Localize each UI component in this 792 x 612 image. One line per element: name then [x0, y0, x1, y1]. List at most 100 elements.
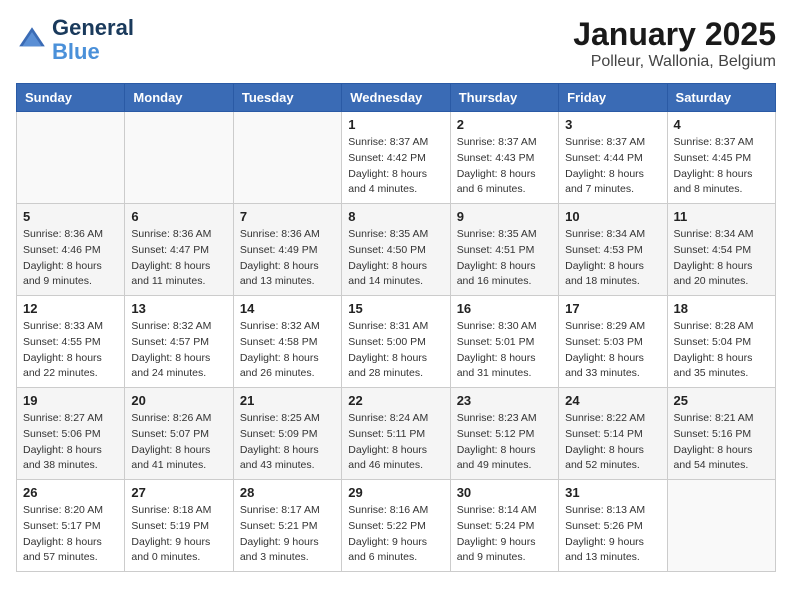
- calendar-day-22: 22Sunrise: 8:24 AMSunset: 5:11 PMDayligh…: [342, 388, 450, 480]
- day-number: 11: [674, 209, 769, 224]
- day-number: 19: [23, 393, 118, 408]
- day-info: Sunrise: 8:29 AMSunset: 5:03 PMDaylight:…: [565, 319, 660, 382]
- day-number: 3: [565, 117, 660, 132]
- calendar-header-wednesday: Wednesday: [342, 84, 450, 112]
- day-info: Sunrise: 8:37 AMSunset: 4:44 PMDaylight:…: [565, 135, 660, 198]
- logo: General Blue: [16, 16, 134, 64]
- day-info: Sunrise: 8:16 AMSunset: 5:22 PMDaylight:…: [348, 503, 443, 566]
- day-info: Sunrise: 8:22 AMSunset: 5:14 PMDaylight:…: [565, 411, 660, 474]
- calendar-week-row: 12Sunrise: 8:33 AMSunset: 4:55 PMDayligh…: [17, 296, 776, 388]
- day-info: Sunrise: 8:23 AMSunset: 5:12 PMDaylight:…: [457, 411, 552, 474]
- page-header: General Blue January 2025 Polleur, Wallo…: [16, 16, 776, 71]
- calendar-day-10: 10 Sunrise: 8:34 AMSunset: 4:53 PMDayligh…: [559, 204, 667, 296]
- day-number: 23: [457, 393, 552, 408]
- day-number: 21: [240, 393, 335, 408]
- calendar-day-7: 7 Sunrise: 8:36 AMSunset: 4:49 PMDaylight…: [233, 204, 341, 296]
- calendar-day-25: 25 Sunrise: 8:21 AMSunset: 5:16 PMDayligh…: [667, 388, 775, 480]
- calendar-day-3: 3 Sunrise: 8:37 AMSunset: 4:44 PMDaylight…: [559, 112, 667, 204]
- day-info: Sunrise: 8:32 AMSunset: 4:57 PMDaylight:…: [131, 319, 226, 382]
- day-info: Sunrise: 8:26 AMSunset: 5:07 PMDaylight:…: [131, 411, 226, 474]
- day-number: 10: [565, 209, 660, 224]
- calendar-header-thursday: Thursday: [450, 84, 558, 112]
- calendar-week-row: 1 Sunrise: 8:37 AMSunset: 4:42 PMDaylight…: [17, 112, 776, 204]
- calendar-title: January 2025: [573, 16, 776, 53]
- calendar-day-empty: [233, 112, 341, 204]
- day-info: Sunrise: 8:28 AMSunset: 5:04 PMDaylight:…: [674, 319, 769, 382]
- day-info: Sunrise: 8:21 AMSunset: 5:16 PMDaylight:…: [674, 411, 769, 474]
- calendar-table: SundayMondayTuesdayWednesdayThursdayFrid…: [16, 83, 776, 572]
- calendar-week-row: 5 Sunrise: 8:36 AMSunset: 4:46 PMDaylight…: [17, 204, 776, 296]
- day-info: Sunrise: 8:27 AMSunset: 5:06 PMDaylight:…: [23, 411, 118, 474]
- calendar-day-6: 6 Sunrise: 8:36 AMSunset: 4:47 PMDaylight…: [125, 204, 233, 296]
- day-number: 14: [240, 301, 335, 316]
- calendar-day-11: 11Sunrise: 8:34 AMSunset: 4:54 PMDayligh…: [667, 204, 775, 296]
- day-info: Sunrise: 8:31 AMSunset: 5:00 PMDaylight:…: [348, 319, 443, 382]
- calendar-day-empty: [125, 112, 233, 204]
- day-info: Sunrise: 8:32 AMSunset: 4:58 PMDaylight:…: [240, 319, 335, 382]
- day-number: 8: [348, 209, 443, 224]
- calendar-header-monday: Monday: [125, 84, 233, 112]
- calendar-day-16: 16 Sunrise: 8:30 AMSunset: 5:01 PMDayligh…: [450, 296, 558, 388]
- day-number: 15: [348, 301, 443, 316]
- calendar-day-21: 21Sunrise: 8:25 AMSunset: 5:09 PMDayligh…: [233, 388, 341, 480]
- calendar-day-empty: [667, 480, 775, 572]
- day-info: Sunrise: 8:17 AMSunset: 5:21 PMDaylight:…: [240, 503, 335, 566]
- day-info: Sunrise: 8:30 AMSunset: 5:01 PMDaylight:…: [457, 319, 552, 382]
- day-number: 29: [348, 485, 443, 500]
- day-number: 4: [674, 117, 769, 132]
- day-number: 6: [131, 209, 226, 224]
- calendar-day-1: 1 Sunrise: 8:37 AMSunset: 4:42 PMDaylight…: [342, 112, 450, 204]
- calendar-day-24: 24 Sunrise: 8:22 AMSunset: 5:14 PMDayligh…: [559, 388, 667, 480]
- calendar-header-friday: Friday: [559, 84, 667, 112]
- day-number: 27: [131, 485, 226, 500]
- day-number: 17: [565, 301, 660, 316]
- calendar-day-19: 19 Sunrise: 8:27 AMSunset: 5:06 PMDayligh…: [17, 388, 125, 480]
- calendar-header-saturday: Saturday: [667, 84, 775, 112]
- day-number: 7: [240, 209, 335, 224]
- calendar-week-row: 26Sunrise: 8:20 AMSunset: 5:17 PMDayligh…: [17, 480, 776, 572]
- calendar-day-26: 26Sunrise: 8:20 AMSunset: 5:17 PMDayligh…: [17, 480, 125, 572]
- calendar-day-empty: [17, 112, 125, 204]
- calendar-day-30: 30Sunrise: 8:14 AMSunset: 5:24 PMDayligh…: [450, 480, 558, 572]
- day-info: Sunrise: 8:20 AMSunset: 5:17 PMDaylight:…: [23, 503, 118, 566]
- day-info: Sunrise: 8:37 AMSunset: 4:42 PMDaylight:…: [348, 135, 443, 198]
- day-number: 5: [23, 209, 118, 224]
- day-info: Sunrise: 8:36 AMSunset: 4:49 PMDaylight:…: [240, 227, 335, 290]
- calendar-header-tuesday: Tuesday: [233, 84, 341, 112]
- calendar-day-31: 31Sunrise: 8:13 AMSunset: 5:26 PMDayligh…: [559, 480, 667, 572]
- calendar-day-4: 4 Sunrise: 8:37 AMSunset: 4:45 PMDaylight…: [667, 112, 775, 204]
- calendar-day-15: 15 Sunrise: 8:31 AMSunset: 5:00 PMDayligh…: [342, 296, 450, 388]
- day-number: 12: [23, 301, 118, 316]
- day-number: 16: [457, 301, 552, 316]
- day-info: Sunrise: 8:36 AMSunset: 4:47 PMDaylight:…: [131, 227, 226, 290]
- day-info: Sunrise: 8:37 AMSunset: 4:45 PMDaylight:…: [674, 135, 769, 198]
- calendar-subtitle: Polleur, Wallonia, Belgium: [573, 53, 776, 71]
- day-info: Sunrise: 8:36 AMSunset: 4:46 PMDaylight:…: [23, 227, 118, 290]
- calendar-day-27: 27 Sunrise: 8:18 AMSunset: 5:19 PMDayligh…: [125, 480, 233, 572]
- calendar-day-2: 2Sunrise: 8:37 AMSunset: 4:43 PMDaylight…: [450, 112, 558, 204]
- day-number: 31: [565, 485, 660, 500]
- logo-icon: [16, 24, 48, 56]
- title-block: January 2025 Polleur, Wallonia, Belgium: [573, 16, 776, 71]
- day-number: 30: [457, 485, 552, 500]
- calendar-day-18: 18Sunrise: 8:28 AMSunset: 5:04 PMDayligh…: [667, 296, 775, 388]
- calendar-day-20: 20Sunrise: 8:26 AMSunset: 5:07 PMDayligh…: [125, 388, 233, 480]
- logo-line2: Blue: [52, 40, 134, 64]
- calendar-day-17: 17 Sunrise: 8:29 AMSunset: 5:03 PMDayligh…: [559, 296, 667, 388]
- day-info: Sunrise: 8:35 AMSunset: 4:51 PMDaylight:…: [457, 227, 552, 290]
- calendar-day-14: 14 Sunrise: 8:32 AMSunset: 4:58 PMDayligh…: [233, 296, 341, 388]
- day-info: Sunrise: 8:34 AMSunset: 4:53 PMDaylight:…: [565, 227, 660, 290]
- calendar-day-8: 8 Sunrise: 8:35 AMSunset: 4:50 PMDaylight…: [342, 204, 450, 296]
- day-number: 9: [457, 209, 552, 224]
- day-number: 24: [565, 393, 660, 408]
- day-number: 25: [674, 393, 769, 408]
- day-number: 13: [131, 301, 226, 316]
- day-info: Sunrise: 8:18 AMSunset: 5:19 PMDaylight:…: [131, 503, 226, 566]
- day-number: 1: [348, 117, 443, 132]
- day-info: Sunrise: 8:37 AMSunset: 4:43 PMDaylight:…: [457, 135, 552, 198]
- calendar-day-28: 28Sunrise: 8:17 AMSunset: 5:21 PMDayligh…: [233, 480, 341, 572]
- day-info: Sunrise: 8:35 AMSunset: 4:50 PMDaylight:…: [348, 227, 443, 290]
- calendar-day-29: 29 Sunrise: 8:16 AMSunset: 5:22 PMDayligh…: [342, 480, 450, 572]
- day-number: 22: [348, 393, 443, 408]
- calendar-header-sunday: Sunday: [17, 84, 125, 112]
